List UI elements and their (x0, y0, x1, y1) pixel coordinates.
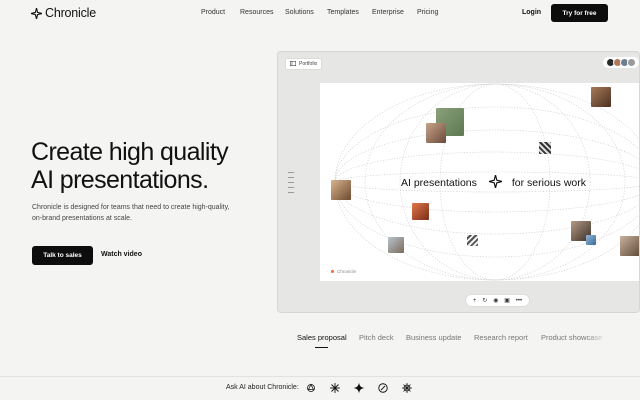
pattern-image (467, 235, 478, 246)
slide-headline-right: for serious work (511, 177, 586, 189)
hero-subtitle: Chronicle is designed for teams that nee… (32, 202, 257, 224)
sparkle-logo-icon (31, 7, 42, 19)
brand-name: Chronicle (45, 6, 97, 20)
hero-headline: Create high quality AI presentations. (31, 138, 271, 194)
slide-headline: AI presentations for serious work (401, 174, 601, 191)
gemini-icon[interactable] (353, 381, 365, 394)
tab-research-report[interactable]: Research report (474, 333, 528, 342)
abstract-photo (586, 235, 596, 245)
openai-icon[interactable] (305, 381, 317, 393)
ai-assistant-icons (305, 381, 413, 394)
abstract-photo (412, 203, 429, 220)
active-tab-indicator (315, 347, 328, 348)
pattern-image (539, 142, 551, 154)
talk-to-sales-button[interactable]: Talk to sales (32, 246, 93, 265)
app-preview-window: Portfolio AI presentations for serious w… (277, 51, 640, 313)
plus-icon[interactable]: + (473, 298, 477, 304)
menu-item-templates[interactable]: Templates (327, 9, 359, 16)
camera-icon[interactable]: ◉ (493, 297, 498, 304)
history-icon[interactable]: ↻ (482, 297, 487, 304)
ask-ai-bar: Ask AI about Chronicle: (0, 376, 640, 400)
tab-sales-proposal[interactable]: Sales proposal (297, 333, 347, 342)
watch-video-link[interactable]: Watch video (101, 251, 142, 258)
portrait-photo (388, 237, 404, 253)
slide-headline-left: AI presentations (401, 177, 477, 189)
orange-dot-icon (331, 270, 334, 273)
template-tabs: Sales proposal Pitch deck Business updat… (297, 333, 607, 353)
portrait-photo (426, 123, 446, 143)
file-name: Portfolio (299, 61, 318, 67)
grok-icon[interactable] (401, 381, 413, 393)
sparkle-icon (488, 174, 503, 191)
try-for-free-button[interactable]: Try for free (551, 4, 608, 22)
claude-icon[interactable] (329, 381, 341, 393)
menu-item-enterprise[interactable]: Enterprise (372, 9, 404, 16)
hero-headline-line-1: Create high quality (31, 138, 229, 166)
tab-pitch-deck[interactable]: Pitch deck (359, 333, 394, 342)
menu-item-product[interactable]: Product (201, 9, 225, 16)
image-icon[interactable]: ▣ (504, 297, 510, 304)
hero-headline-line-2: AI presentations. (31, 166, 209, 194)
menu-item-resources[interactable]: Resources (240, 9, 273, 16)
presentation-slide[interactable]: AI presentations for serious work Chroni… (320, 83, 639, 281)
slide-footer-brand: Chronicle (331, 269, 356, 274)
top-navigation: Chronicle Product Resources Solutions Te… (0, 0, 640, 27)
hero-subtitle-line-1: Chronicle is designed for teams that nee… (32, 204, 230, 211)
file-name-chip[interactable]: Portfolio (285, 58, 323, 70)
more-icon[interactable]: ••• (516, 298, 522, 304)
slide-scrubber[interactable] (288, 172, 294, 197)
collaborator-avatars[interactable] (603, 57, 639, 68)
portrait-photo (331, 180, 351, 200)
portrait-photo (591, 87, 611, 107)
ask-ai-label: Ask AI about Chronicle: (226, 384, 299, 391)
avatar (627, 58, 636, 67)
portrait-photo (620, 236, 639, 256)
tab-business-update[interactable]: Business update (406, 333, 461, 342)
slide-footer-brand-label: Chronicle (337, 269, 357, 274)
login-link[interactable]: Login (522, 9, 541, 16)
menu-item-solutions[interactable]: Solutions (285, 9, 314, 16)
perplexity-icon[interactable] (377, 381, 389, 393)
sidebar-toggle-icon (290, 60, 296, 68)
menu-item-pricing[interactable]: Pricing (417, 9, 438, 16)
editor-toolbar: + ↻ ◉ ▣ ••• (465, 294, 530, 307)
brand-logo-link[interactable]: Chronicle (31, 6, 96, 20)
hero-subtitle-line-2: on-brand presentations at scale. (32, 215, 133, 222)
tabs-fade-overlay (587, 333, 607, 347)
